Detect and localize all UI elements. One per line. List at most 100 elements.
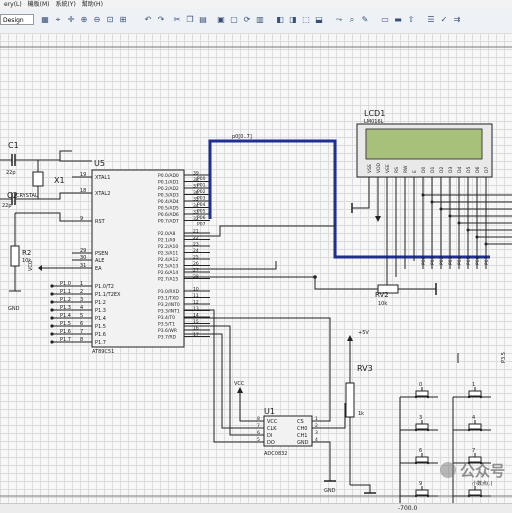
menu-item-system[interactable]: 系統(Y) bbox=[55, 1, 75, 8]
u5-net-label: P07 bbox=[197, 222, 206, 228]
x1-ref: X1 bbox=[54, 176, 65, 185]
menu-item-edit[interactable]: ery(L) bbox=[4, 1, 22, 8]
u5-pin-name: P2.0/A8 bbox=[158, 231, 175, 237]
p1-label: P1.3 bbox=[60, 305, 71, 311]
u5-pin-number: 38 bbox=[193, 177, 199, 183]
keypad-button[interactable] bbox=[415, 456, 429, 463]
u5-pin-name: P2.4/A12 bbox=[158, 257, 178, 263]
p1-label: P1.5 bbox=[60, 321, 71, 327]
u5-pin-name: EA bbox=[95, 266, 102, 272]
menu-item-template[interactable]: 機板(M) bbox=[28, 1, 50, 8]
gnd-label-r2: GND bbox=[8, 306, 20, 312]
keypad-button[interactable] bbox=[415, 423, 429, 430]
u5-pin-name: RST bbox=[95, 219, 106, 225]
undo-icon[interactable]: ↶ bbox=[143, 14, 153, 25]
vcc-arrow-adc bbox=[237, 387, 243, 393]
watermark: 公众号 bbox=[440, 460, 512, 484]
u5-pin-name: P2.5/A13 bbox=[158, 264, 178, 270]
junction bbox=[479, 494, 483, 498]
keypad-button[interactable] bbox=[468, 489, 482, 496]
redo-icon[interactable]: ↷ bbox=[156, 14, 166, 25]
watermark-text: 公众号 bbox=[460, 462, 506, 480]
junction bbox=[448, 214, 452, 218]
u5-pin-number: 15 bbox=[193, 319, 199, 325]
lcd-pin-name: VSS bbox=[367, 164, 373, 173]
grid-icon[interactable]: ▦ bbox=[40, 14, 50, 25]
u5-pin-name: P1.3 bbox=[95, 308, 106, 314]
copy-icon[interactable]: ❐ bbox=[185, 14, 195, 25]
schematic-canvas[interactable]: C1 22p C2 22p X1 CRYSTAL bbox=[0, 33, 512, 503]
keypad-button[interactable] bbox=[415, 489, 429, 496]
zoom-in-icon[interactable]: ⊕ bbox=[79, 14, 89, 25]
zoom-area-icon[interactable]: ⊞ bbox=[118, 14, 128, 25]
wire-p20 bbox=[184, 225, 335, 237]
design-selector[interactable]: Design bbox=[0, 14, 34, 25]
zoom-out-icon[interactable]: ⊖ bbox=[92, 14, 102, 25]
crystal-x1[interactable]: X1 CRYSTAL bbox=[16, 160, 65, 199]
new-sheet-icon[interactable]: ▭ bbox=[380, 14, 390, 25]
adc-pin-name: CH1 bbox=[297, 433, 307, 439]
junction bbox=[421, 193, 425, 197]
lcd-pin-name: VEE bbox=[385, 164, 391, 173]
zoom-all-icon[interactable]: ⊡ bbox=[105, 14, 115, 25]
keypad-button[interactable] bbox=[415, 390, 429, 397]
origin-icon[interactable]: ⌖ bbox=[53, 14, 63, 25]
package-tool-icon[interactable]: ⬚ bbox=[301, 14, 311, 25]
u5-pin-name: XTAL1 bbox=[95, 175, 110, 181]
p1-label: P1.4 bbox=[60, 313, 71, 319]
cut-icon[interactable]: ✂ bbox=[172, 14, 182, 25]
vcc-label-adc: VCC bbox=[234, 381, 245, 387]
schematic-drawing: C1 22p C2 22p X1 CRYSTAL bbox=[0, 46, 512, 503]
potentiometer-rv2[interactable]: RV2 10k bbox=[345, 283, 437, 307]
wire-adc-cs bbox=[184, 317, 331, 422]
lcd-pin-name: D1 bbox=[430, 167, 436, 173]
lcd-pin-name: RS bbox=[394, 167, 400, 173]
potentiometer-rv3[interactable]: RV3 +5V 1k bbox=[345, 330, 376, 494]
lcd-vdd-arrow bbox=[375, 216, 381, 222]
keypad-label: 4 bbox=[472, 415, 475, 421]
adc-u1[interactable]: U1 ADC0832 8 VCC7 CLK6 DI5 DOCS 1CH0 2CH1 3GND 4 bbox=[257, 407, 318, 457]
u5-pin-number: 35 bbox=[193, 197, 199, 203]
exit-parent-icon[interactable]: ⇧ bbox=[406, 14, 416, 25]
x1-value: CRYSTAL bbox=[16, 193, 38, 199]
keypad-label: 6 bbox=[419, 448, 422, 454]
lcd-lcd1[interactable]: LCD1 LM016L VSS VDD VEE RS RW E D0 D1 D2 D3 D4 D5 D6… bbox=[356, 109, 493, 178]
junction bbox=[479, 395, 483, 399]
menu-item-help[interactable]: 幫助(H) bbox=[82, 1, 103, 8]
adc-pin-name: DI bbox=[267, 433, 272, 439]
u5-pin-name: P2.3/A11 bbox=[158, 251, 178, 257]
lcd-pin-name: D5 bbox=[466, 167, 472, 173]
junction bbox=[467, 395, 471, 399]
pick-device-icon[interactable]: ◧ bbox=[275, 14, 285, 25]
bill-of-materials-icon[interactable]: ☰ bbox=[426, 14, 436, 25]
u5-pin-number: 36 bbox=[193, 190, 199, 196]
erc-icon[interactable]: ✓ bbox=[439, 14, 449, 25]
u5-pin-name: P1.4 bbox=[95, 316, 106, 322]
paste-icon[interactable]: ▤ bbox=[198, 14, 208, 25]
capacitor-c1[interactable]: C1 22p bbox=[0, 141, 38, 176]
u5-pin-number: 25 bbox=[193, 255, 199, 261]
keypad-label: 3 bbox=[419, 415, 422, 421]
adc-pin-name: CLK bbox=[267, 426, 277, 432]
make-device-icon[interactable]: ◨ bbox=[288, 14, 298, 25]
p1-port-labels: P1.0 P1.1 P1.2 P1.3 P1.4 P1.5 P1.6 P1.7 bbox=[50, 281, 72, 344]
keypad-button[interactable] bbox=[468, 390, 482, 397]
wire-autorouter-icon[interactable]: ⤳ bbox=[334, 14, 344, 25]
block-delete-icon[interactable]: ▥ bbox=[255, 14, 265, 25]
netlist-icon[interactable]: ⇉ bbox=[452, 14, 462, 25]
property-tool-icon[interactable]: ✎ bbox=[360, 14, 370, 25]
search-icon[interactable]: ⌕ bbox=[347, 14, 357, 25]
decompose-icon[interactable]: ⬓ bbox=[314, 14, 324, 25]
u5-pin-name: P1.7 bbox=[95, 340, 106, 346]
block-move-icon[interactable]: ▢ bbox=[229, 14, 239, 25]
lcd-net-label: P00 bbox=[421, 256, 427, 265]
pan-icon[interactable]: ✛ bbox=[66, 14, 76, 25]
block-rotate-icon[interactable]: ⟳ bbox=[242, 14, 252, 25]
u5-pin-name: P0.1/AD1 bbox=[158, 180, 179, 186]
delete-sheet-icon[interactable]: ▬ bbox=[393, 14, 403, 25]
junction-p27 bbox=[313, 275, 317, 279]
u5-pin-name: P3.3/INT1 bbox=[158, 309, 180, 315]
u5-pin-name: P3.4/T0 bbox=[158, 315, 175, 321]
block-copy-icon[interactable]: ▣ bbox=[216, 14, 226, 25]
keypad-button[interactable] bbox=[468, 423, 482, 430]
